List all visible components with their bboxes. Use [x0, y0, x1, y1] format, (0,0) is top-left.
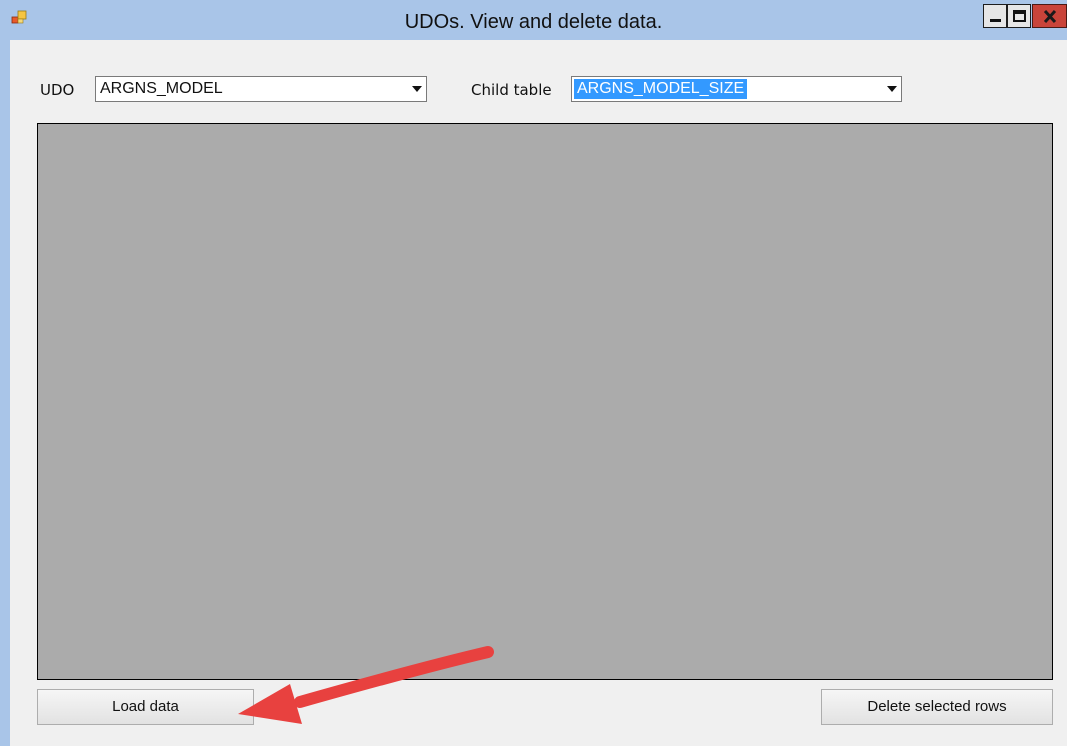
child-table-selected-value: ARGNS_MODEL_SIZE	[574, 79, 748, 99]
minimize-icon	[990, 19, 1001, 22]
chevron-down-icon	[412, 86, 422, 92]
udo-selected-value: ARGNS_MODEL	[100, 80, 223, 97]
close-button[interactable]	[1032, 4, 1067, 28]
client-area-top	[10, 40, 1067, 58]
delete-selected-rows-button[interactable]: Delete selected rows	[821, 689, 1053, 725]
udo-dropdown-button[interactable]	[406, 77, 426, 101]
maximize-button[interactable]	[1007, 4, 1031, 28]
main-window: UDOs. View and delete data. UDO ARGNS_MO…	[0, 0, 1067, 746]
close-icon	[1043, 9, 1057, 24]
udo-label: UDO	[40, 81, 75, 99]
udo-combobox[interactable]: ARGNS_MODEL	[95, 76, 427, 102]
load-data-button[interactable]: Load data	[37, 689, 254, 725]
chevron-down-icon	[887, 86, 897, 92]
window-title: UDOs. View and delete data.	[404, 11, 663, 33]
maximize-icon	[1013, 10, 1026, 22]
minimize-button[interactable]	[983, 4, 1007, 28]
child-table-combobox[interactable]: ARGNS_MODEL_SIZE	[571, 76, 902, 102]
child-table-dropdown-button[interactable]	[881, 77, 901, 101]
child-table-label: Child table	[471, 81, 552, 99]
title-bar[interactable]: UDOs. View and delete data.	[0, 0, 1067, 40]
data-grid[interactable]	[37, 123, 1053, 680]
